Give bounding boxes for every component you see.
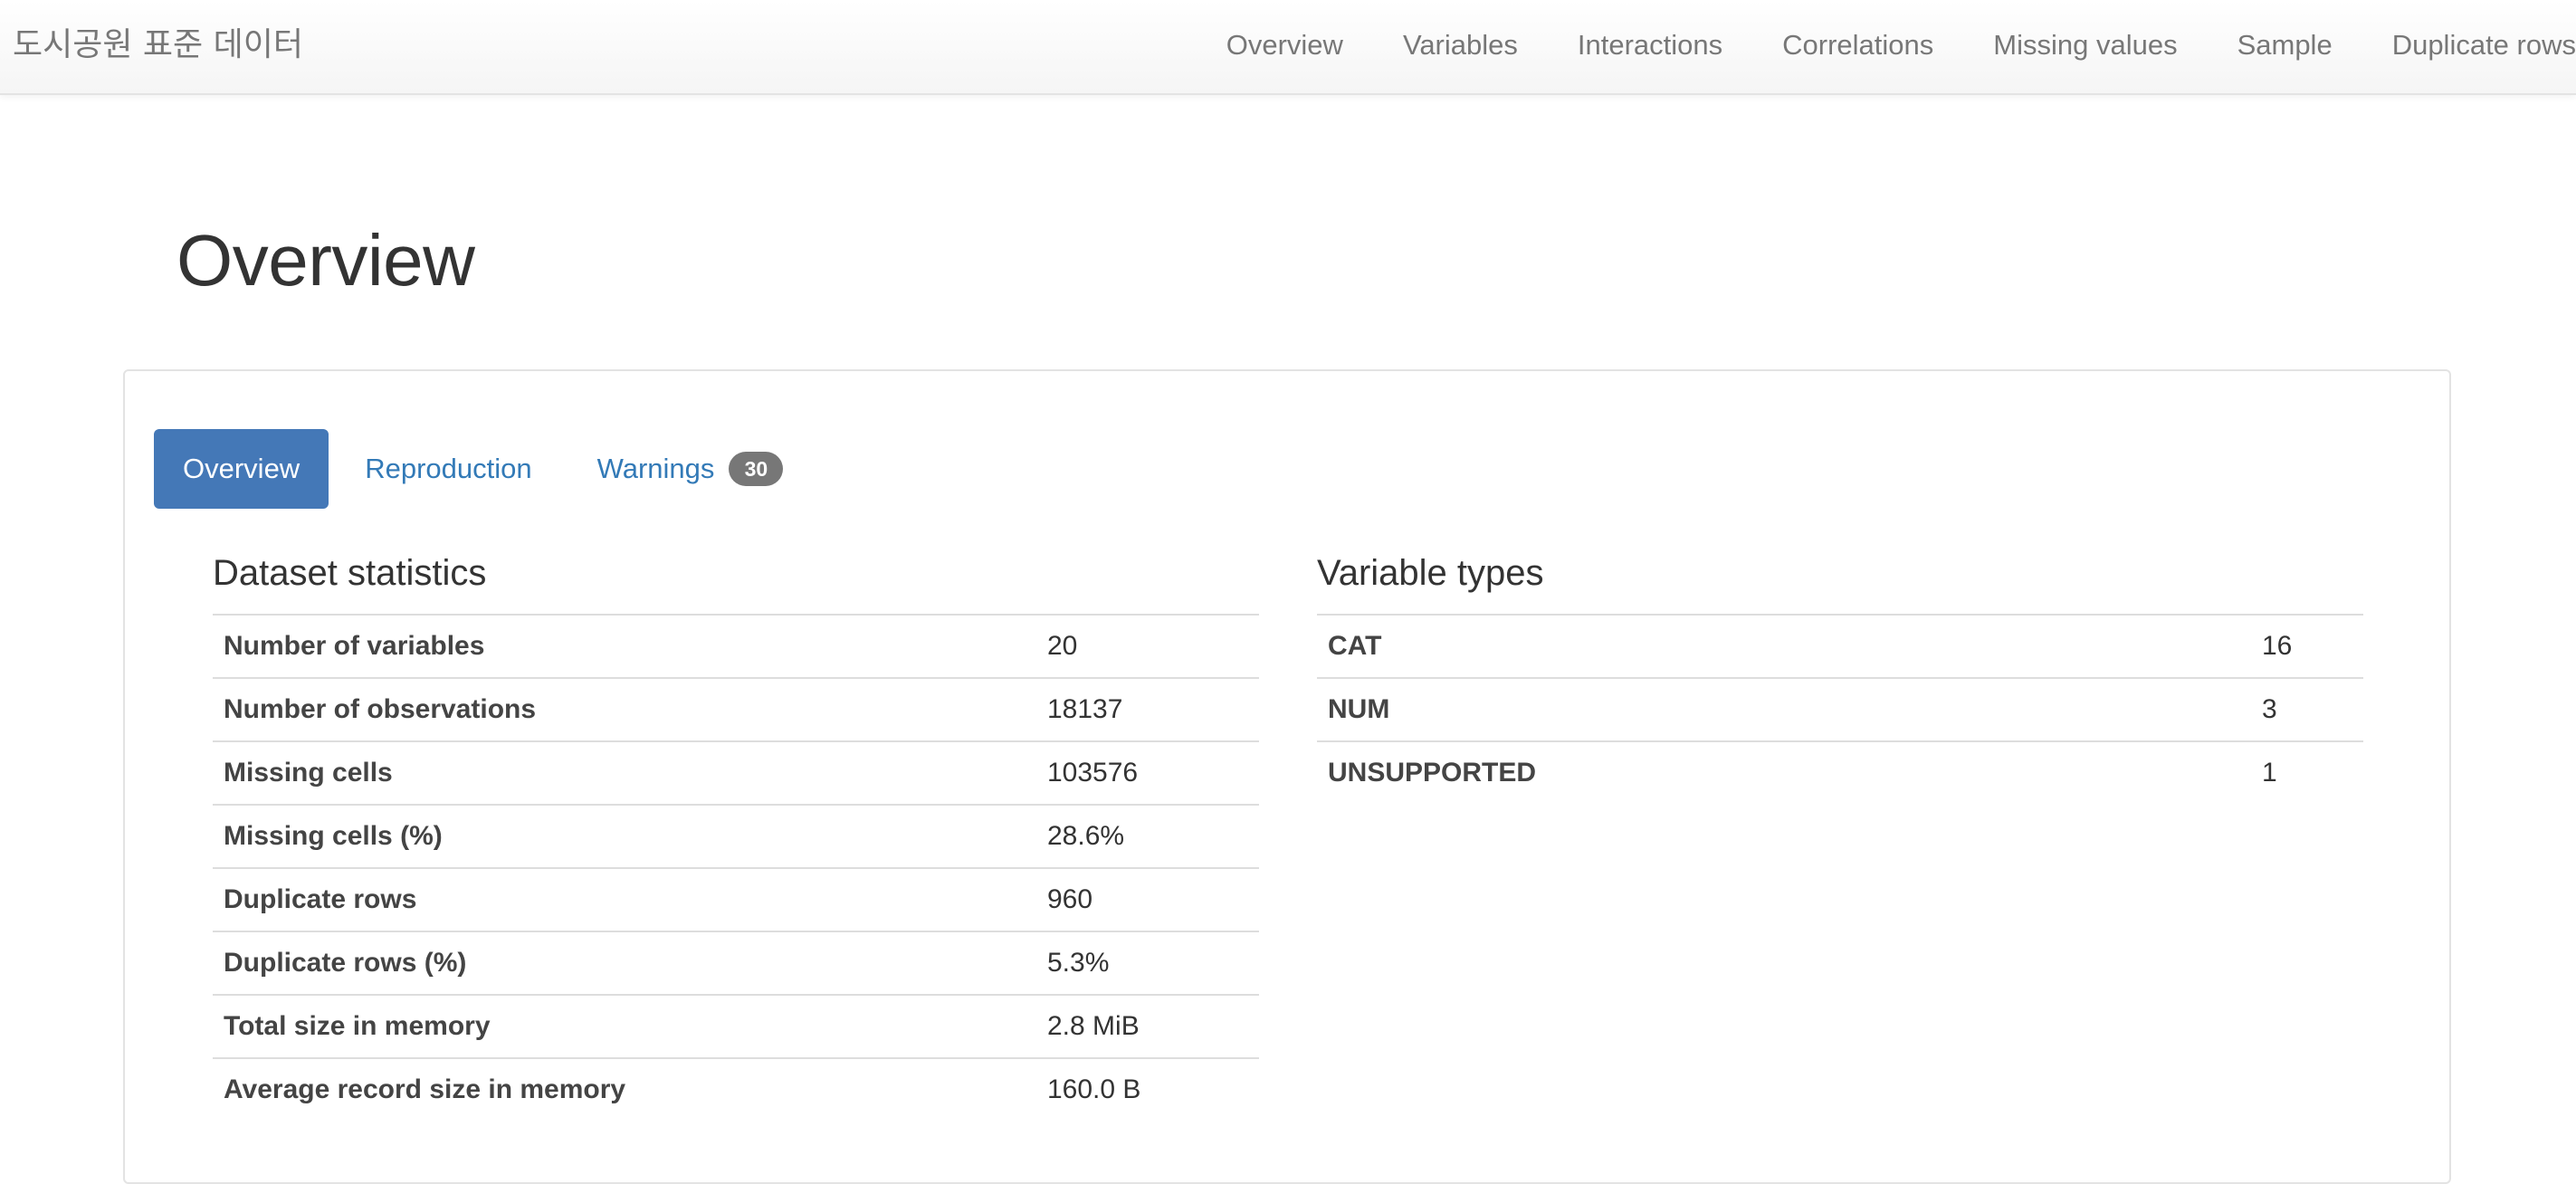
stat-value: 18137 — [1036, 678, 1259, 742]
table-row: NUM 3 — [1317, 678, 2363, 742]
stat-label: Number of variables — [213, 616, 1036, 679]
type-count: 3 — [2251, 678, 2363, 742]
stat-label: Duplicate rows (%) — [213, 931, 1036, 996]
table-row: CAT 16 — [1317, 616, 2363, 679]
stat-value: 2.8 MiB — [1036, 995, 1259, 1059]
stat-label: Total size in memory — [213, 995, 1036, 1059]
tab-overview-label: Overview — [183, 453, 301, 484]
nav-correlations[interactable]: Correlations — [1722, 29, 1933, 62]
nav-sample[interactable]: Sample — [2178, 29, 2333, 62]
warnings-count-badge: 30 — [729, 452, 784, 486]
variable-types-title: Variable types — [1317, 543, 2363, 616]
nav-variables[interactable]: Variables — [1343, 29, 1518, 62]
stat-label: Duplicate rows — [213, 868, 1036, 932]
dataset-statistics: Dataset statistics Number of variables 2… — [213, 543, 1259, 1121]
stat-value: 960 — [1036, 868, 1259, 932]
brand-title[interactable]: 도시공원 표준 데이터 — [13, 0, 303, 91]
dataset-statistics-table: Number of variables 20 Number of observa… — [213, 616, 1259, 1121]
table-row: Duplicate rows (%) 5.3% — [213, 931, 1259, 996]
stat-label: Number of observations — [213, 678, 1036, 742]
nav-duplicate-rows[interactable]: Duplicate rows — [2333, 29, 2576, 62]
variable-types-table: CAT 16 NUM 3 UNSUPPORTED 1 — [1317, 616, 2363, 804]
stat-value: 28.6% — [1036, 805, 1259, 869]
stat-label: Average record size in memory — [224, 1074, 626, 1104]
type-label: CAT — [1317, 616, 2251, 679]
variable-types: Variable types CAT 16 NUM 3 UNSUPPORTED … — [1317, 543, 2363, 804]
stat-label: Missing cells (%) — [213, 805, 1036, 869]
page-title: Overview — [177, 220, 475, 301]
table-row: Average record size in memory 160.0 B — [213, 1058, 1259, 1121]
tab-reproduction-label: Reproduction — [365, 453, 532, 484]
type-count: 1 — [2262, 758, 2277, 788]
stat-label: Missing cells — [213, 741, 1036, 806]
table-row: UNSUPPORTED 1 — [1317, 741, 2363, 804]
table-row: Number of observations 18137 — [213, 678, 1259, 742]
table-row: Missing cells (%) 28.6% — [213, 805, 1259, 869]
tab-overview[interactable]: Overview — [154, 429, 329, 509]
tab-warnings[interactable]: Warnings 30 — [565, 429, 816, 509]
type-count: 16 — [2251, 616, 2363, 679]
nav-interactions[interactable]: Interactions — [1518, 29, 1722, 62]
tab-reproduction[interactable]: Reproduction — [332, 429, 564, 509]
stat-value: 5.3% — [1036, 931, 1259, 996]
stat-value: 160.0 B — [1047, 1074, 1141, 1104]
stat-value: 20 — [1036, 616, 1259, 679]
tab-warnings-label: Warnings — [596, 453, 715, 484]
type-label: UNSUPPORTED — [1328, 758, 1537, 788]
table-row: Missing cells 103576 — [213, 741, 1259, 806]
nav-missing-values[interactable]: Missing values — [1933, 29, 2177, 62]
overview-panel: Overview Reproduction Warnings 30 Datase… — [123, 369, 2451, 1184]
table-row: Total size in memory 2.8 MiB — [213, 995, 1259, 1059]
table-row: Duplicate rows 960 — [213, 868, 1259, 932]
overview-tabs: Overview Reproduction Warnings 30 — [154, 429, 816, 509]
stat-value: 103576 — [1036, 741, 1259, 806]
nav-overview[interactable]: Overview — [1226, 29, 1343, 62]
dataset-statistics-title: Dataset statistics — [213, 543, 1259, 616]
type-label: NUM — [1317, 678, 2251, 742]
table-row: Number of variables 20 — [213, 616, 1259, 679]
nav-links: Overview Variables Interactions Correlat… — [1226, 0, 2576, 91]
top-navbar: 도시공원 표준 데이터 Overview Variables Interacti… — [0, 0, 2576, 95]
